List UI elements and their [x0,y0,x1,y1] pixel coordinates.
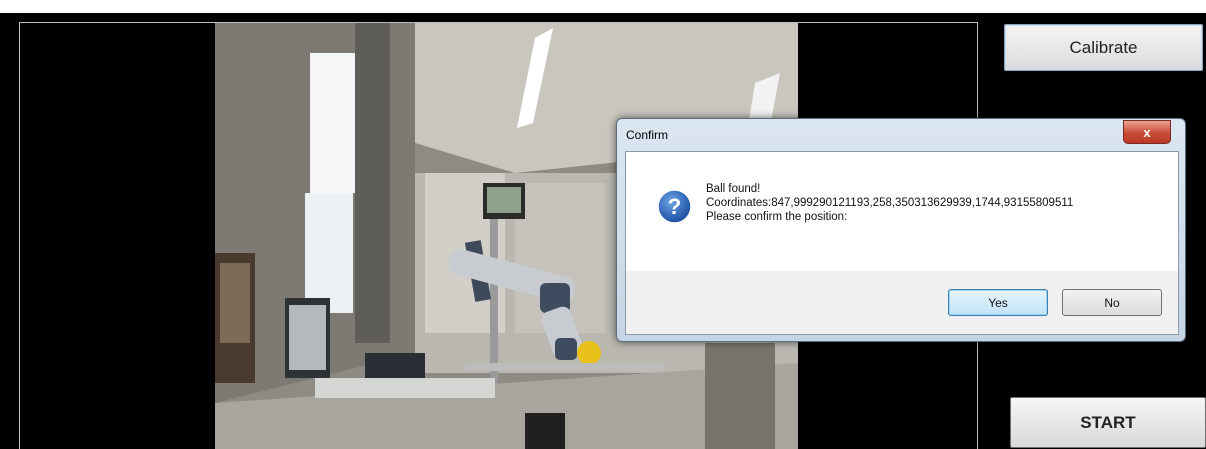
message-line-status: Ball found! [706,183,761,195]
svg-text:?: ? [668,194,681,219]
close-icon: x [1143,124,1151,140]
confirm-dialog: Confirm x ? Ball found! Coordinates:847,… [616,118,1186,342]
calibrate-button[interactable]: Calibrate [1004,24,1203,71]
message-line-prompt: Please confirm the position: [706,211,848,223]
dialog-body: ? Ball found! Coordinates:847,9992901211… [625,151,1179,335]
dialog-title: Confirm [626,128,669,142]
no-button[interactable]: No [1062,289,1162,316]
close-button[interactable]: x [1123,120,1171,144]
dialog-content: ? Ball found! Coordinates:847,9992901211… [626,152,1178,271]
start-button[interactable]: START [1010,397,1206,448]
message-line-coordinates: Coordinates:847,999290121193,258,3503136… [706,197,1074,209]
top-strip [0,0,1206,13]
yes-button[interactable]: Yes [948,289,1048,316]
question-icon: ? [657,189,692,224]
